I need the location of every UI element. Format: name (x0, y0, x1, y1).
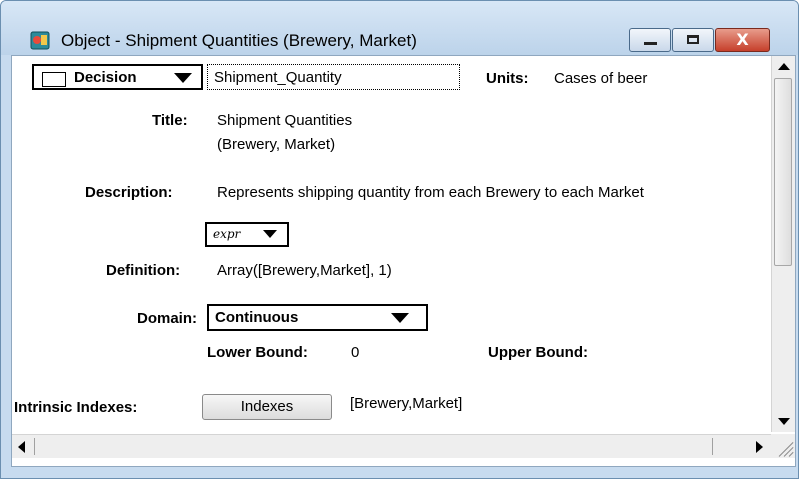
lower-bound-label: Lower Bound: (207, 344, 308, 361)
close-button[interactable]: X (715, 28, 770, 52)
upper-bound-label: Upper Bound: (488, 344, 588, 361)
expr-label: expr (213, 227, 241, 241)
object-window: Object - Shipment Quantities (Brewery, M… (0, 0, 799, 479)
resize-grip-icon[interactable] (771, 434, 795, 458)
scrollbar-divider (34, 438, 35, 455)
expr-dropdown[interactable]: expr (205, 222, 289, 247)
class-dropdown-label: Decision (74, 69, 137, 86)
title-bar[interactable]: Object - Shipment Quantities (Brewery, M… (1, 1, 798, 55)
maximize-icon (687, 35, 699, 44)
chevron-down-icon (391, 313, 409, 323)
definition-label: Definition: (106, 262, 181, 279)
lower-bound-value[interactable]: 0 (351, 344, 359, 361)
indexes-button[interactable]: Indexes (202, 394, 332, 420)
scroll-left-arrow-icon[interactable] (18, 441, 25, 453)
object-client-area: Decision Shipment_Quantity Units: Cases … (11, 55, 796, 467)
domain-label: Domain: (137, 310, 197, 327)
vertical-scrollbar[interactable] (771, 56, 795, 432)
title-value-line2[interactable]: (Brewery, Market) (217, 136, 335, 153)
horizontal-scrollbar[interactable] (12, 434, 771, 458)
intrinsic-indexes-label: Intrinsic Indexes: (14, 399, 138, 416)
chevron-down-icon (263, 230, 277, 238)
scroll-up-arrow-icon[interactable] (778, 63, 790, 70)
analytica-object-icon (30, 31, 50, 50)
units-label: Units: (486, 70, 529, 87)
class-dropdown[interactable]: Decision (32, 64, 203, 90)
domain-dropdown[interactable]: Continuous (207, 304, 428, 331)
definition-value[interactable]: Array([Brewery,Market], 1) (217, 262, 392, 279)
description-label: Description: (85, 184, 173, 201)
domain-value: Continuous (215, 309, 299, 326)
scroll-right-arrow-icon[interactable] (756, 441, 763, 453)
identifier-text: Shipment_Quantity (214, 69, 342, 86)
indexes-button-label: Indexes (240, 398, 294, 415)
window-title: Object - Shipment Quantities (Brewery, M… (61, 31, 417, 50)
minimize-button[interactable] (629, 28, 671, 52)
units-value[interactable]: Cases of beer (554, 70, 647, 87)
maximize-button[interactable] (672, 28, 714, 52)
title-label: Title: (152, 112, 188, 129)
identifier-field[interactable]: Shipment_Quantity (207, 64, 460, 90)
scroll-down-arrow-icon[interactable] (778, 418, 790, 425)
close-icon: X (736, 30, 749, 49)
minimize-icon (644, 42, 657, 45)
vertical-scroll-thumb[interactable] (774, 78, 792, 266)
decision-node-icon (42, 72, 66, 87)
description-value[interactable]: Represents shipping quantity from each B… (217, 184, 644, 201)
indexes-value: [Brewery,Market] (350, 395, 463, 412)
scrollbar-divider (712, 438, 713, 455)
title-value-line1[interactable]: Shipment Quantities (217, 112, 352, 129)
chevron-down-icon (174, 73, 192, 83)
